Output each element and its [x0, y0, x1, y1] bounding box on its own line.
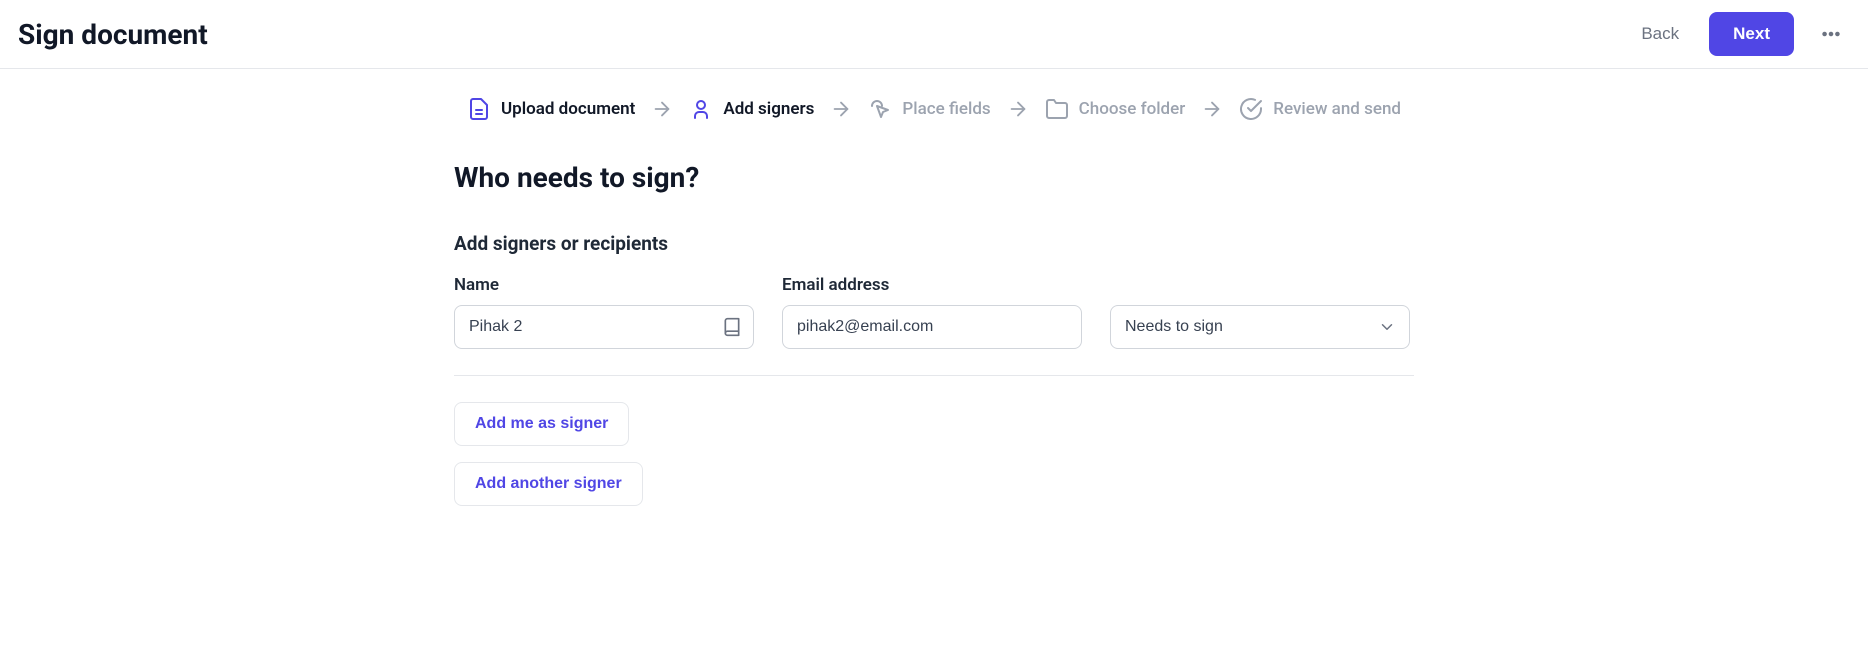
step-upload-document[interactable]: Upload document [467, 97, 635, 121]
header-actions: Back Next [1629, 12, 1850, 56]
step-place-fields[interactable]: Place fields [868, 97, 990, 121]
section-heading: Who needs to sign? [454, 161, 1414, 194]
contacts-icon[interactable] [722, 317, 742, 337]
add-me-as-signer-button[interactable]: Add me as signer [454, 402, 629, 446]
arrow-right-icon [651, 98, 673, 120]
step-label: Choose folder [1079, 99, 1186, 119]
arrow-right-icon [830, 98, 852, 120]
step-label: Add signers [723, 99, 814, 119]
role-select-wrap: Needs to sign [1110, 305, 1410, 349]
role-select[interactable]: Needs to sign [1110, 305, 1410, 349]
add-another-signer-button[interactable]: Add another signer [454, 462, 643, 506]
progress-stepper: Upload document Add signers Place fi [294, 69, 1574, 141]
folder-icon [1045, 97, 1069, 121]
more-horizontal-icon [1820, 23, 1842, 45]
name-input-wrap [454, 305, 754, 349]
subsection-heading: Add signers or recipients [454, 232, 1414, 255]
action-buttons: Add me as signer Add another signer [454, 402, 1414, 522]
name-input[interactable] [454, 305, 754, 349]
signer-row: Name Email address Needs to sign [454, 275, 1414, 376]
name-group: Name [454, 275, 754, 349]
name-label: Name [454, 275, 754, 295]
document-icon [467, 97, 491, 121]
email-group: Email address [782, 275, 1082, 349]
back-button[interactable]: Back [1629, 16, 1691, 52]
arrow-right-icon [1201, 98, 1223, 120]
check-circle-icon [1239, 97, 1263, 121]
step-choose-folder[interactable]: Choose folder [1045, 97, 1186, 121]
main-content: Who needs to sign? Add signers or recipi… [454, 141, 1414, 562]
arrow-right-icon [1007, 98, 1029, 120]
email-label: Email address [782, 275, 1082, 295]
step-add-signers[interactable]: Add signers [689, 97, 814, 121]
page-header: Sign document Back Next [0, 0, 1868, 69]
email-input[interactable] [782, 305, 1082, 349]
page-title: Sign document [18, 18, 208, 51]
person-icon [689, 97, 713, 121]
step-review-send[interactable]: Review and send [1239, 97, 1401, 121]
role-group: Needs to sign [1110, 305, 1410, 349]
step-label: Review and send [1273, 99, 1401, 119]
next-button[interactable]: Next [1709, 12, 1794, 56]
cursor-click-icon [868, 97, 892, 121]
more-options-button[interactable] [1812, 15, 1850, 53]
step-label: Place fields [902, 99, 990, 119]
step-label: Upload document [501, 99, 635, 119]
